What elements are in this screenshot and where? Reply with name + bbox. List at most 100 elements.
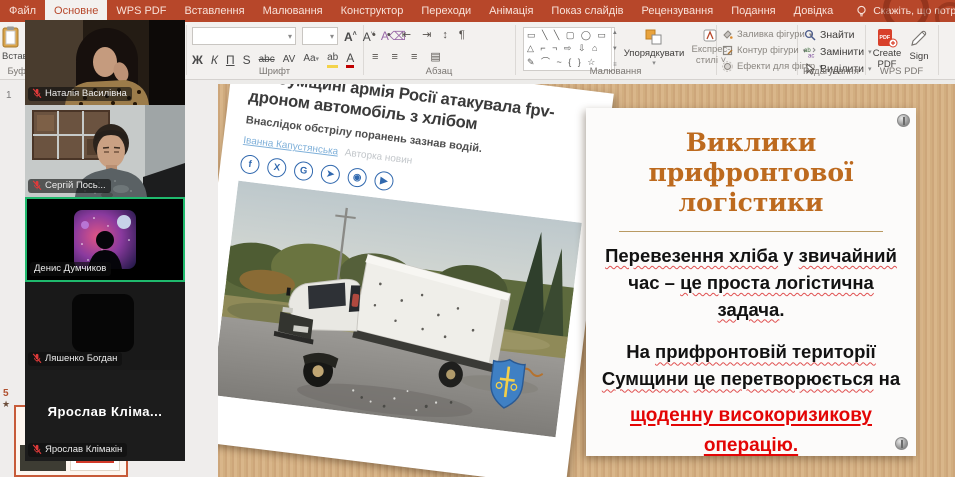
arrange-icon <box>644 28 664 46</box>
tab-slideshow[interactable]: Показ слайдів <box>542 0 632 22</box>
shape-effects-icon <box>722 61 733 72</box>
participant-name-chip: Наталія Василівна <box>28 87 132 101</box>
author-link: Іванна Капустянська <box>243 135 339 158</box>
slide-canvas[interactable]: На Сумщині армія Росії атакувала fpv-дро… <box>218 84 955 477</box>
participant-tile[interactable]: Сергій Пось... <box>25 105 185 197</box>
screw-icon <box>897 114 910 127</box>
tab-transitions[interactable]: Переходи <box>412 0 480 22</box>
mic-off-icon <box>32 88 42 99</box>
char-spacing-button[interactable]: AV <box>283 53 296 67</box>
shapes-row[interactable]: △ ⌐ ¬ ⇨ ⇩ ⌂ <box>527 43 608 54</box>
google-icon: G <box>293 161 314 182</box>
font-name-combo[interactable]: ▾ <box>192 27 296 45</box>
slide-text-card[interactable]: Виклики прифронтової логістики Перевезен… <box>586 108 916 456</box>
animation-star-icon: ★ <box>2 399 10 410</box>
tab-home[interactable]: Основне <box>45 0 107 22</box>
change-case-button[interactable]: Aa▾ <box>303 52 319 67</box>
paint-bucket-icon <box>722 29 733 40</box>
paragraph-row-1[interactable]: • • ⇤ ⇥ ↕ ¶ <box>372 28 469 41</box>
tab-insert[interactable]: Вставлення <box>175 0 253 22</box>
telegram-icon: ➤ <box>320 164 341 185</box>
shapes-row[interactable]: ▭ ╲ ╲ ▢ ◯ ▭ <box>527 30 608 41</box>
find-button[interactable]: Знайти <box>804 29 872 41</box>
x-icon: X <box>266 157 287 178</box>
participant-name-chip: Ляшенко Богдан <box>28 352 122 366</box>
underline-button[interactable]: П <box>226 53 235 67</box>
participant-avatar <box>72 294 134 352</box>
screw-icon <box>895 437 908 450</box>
italic-button[interactable]: К <box>211 53 218 67</box>
participant-name-chip: Денис Думчиков <box>30 262 111 276</box>
mic-off-icon <box>32 444 42 455</box>
video-call-panel: Наталія Василівна <box>25 20 185 461</box>
text-segment: це перетворюється <box>694 368 874 389</box>
text-segment: . <box>779 299 784 320</box>
create-pdf-button[interactable]: PDF Create PDF <box>872 28 902 71</box>
thumbnail-number-1: 1 <box>6 90 12 101</box>
font-group-label: Шрифт <box>186 66 363 77</box>
card-paragraph-2: На прифронтовій території Сумщини це пер… <box>598 339 904 461</box>
mic-off-icon <box>32 180 42 191</box>
drawing-group-label: Малювання <box>515 66 716 77</box>
card-title: Виклики прифронтової логістики <box>598 128 904 218</box>
bold-button[interactable]: Ж <box>192 53 203 67</box>
sign-button[interactable]: Sign <box>906 28 932 62</box>
participant-tile[interactable]: Наталія Василівна <box>25 20 185 105</box>
shape-outline-icon <box>722 45 733 56</box>
tab-design[interactable]: Конструктор <box>332 0 413 22</box>
mic-off-icon <box>32 353 42 364</box>
grow-font-button[interactable]: A˄ <box>344 28 357 44</box>
participant-name: Ляшенко Богдан <box>45 353 117 364</box>
news-article-image[interactable]: На Сумщині армія Росії атакувала fpv-дро… <box>218 84 614 477</box>
text-segment: це проста логістична задача <box>680 272 874 320</box>
participant-display-name: Ярослав Кліма... <box>25 404 185 419</box>
text-segment: На <box>626 341 655 362</box>
sign-label: Sign <box>909 51 928 62</box>
arrange-button[interactable]: Упорядкувати ▾ <box>614 28 694 67</box>
replace-button[interactable]: abac Замінити▾ <box>804 46 872 58</box>
paragraph-row-2[interactable]: ≡ ≡ ≡ ▤ <box>372 50 446 63</box>
app-window: Файл Основне WPS PDF Вставлення Малюванн… <box>0 0 955 477</box>
title-divider <box>619 231 882 232</box>
tab-animations[interactable]: Анімація <box>480 0 542 22</box>
lightbulb-icon <box>856 5 867 18</box>
thumbnail-number-5: 5 <box>3 388 9 399</box>
youtube-icon: ▶ <box>373 171 394 192</box>
participant-tile-active-speaker[interactable]: Денис Думчиков <box>25 197 185 282</box>
participant-name-chip: Сергій Пось... <box>28 179 111 193</box>
tab-review[interactable]: Рецензування <box>632 0 722 22</box>
group-separator <box>938 25 939 75</box>
create-pdf-icon: PDF <box>876 28 898 48</box>
tab-file[interactable]: Файл <box>0 0 45 22</box>
participant-name: Наталія Василівна <box>45 88 127 99</box>
text-segment: Перевезення хліба <box>605 245 778 266</box>
text-segment: час – <box>628 272 680 293</box>
tab-help[interactable]: Довідка <box>785 0 843 22</box>
participant-name: Сергій Пось... <box>45 180 106 191</box>
damaged-truck-photo <box>218 181 582 438</box>
participant-name: Денис Думчиков <box>34 263 106 274</box>
wps-group-label: WPS PDF <box>865 66 938 77</box>
editing-group-label: Редагування <box>797 66 865 77</box>
card-paragraph-1: Перевезення хліба у звичайний час – це п… <box>598 243 904 323</box>
paste-button[interactable]: Встав <box>2 26 28 62</box>
shapes-gallery[interactable]: ▭ ╲ ╲ ▢ ◯ ▭ △ ⌐ ¬ ⇨ ⇩ ⌂ ✎ ⌒ ~ { } ☆ ▲▼≡ <box>523 27 615 71</box>
text-segment: звичайний <box>799 245 897 266</box>
replace-icon: abac <box>804 46 816 58</box>
participant-tile[interactable]: Ляшенко Богдан <box>25 282 185 370</box>
tab-view[interactable]: Подання <box>722 0 784 22</box>
facebook-icon: f <box>239 154 260 175</box>
text-shadow-button[interactable]: S <box>243 53 251 67</box>
text-segment: у <box>778 245 799 266</box>
clipboard-icon <box>2 26 20 48</box>
card-highlight-text: щоденну високоризикову операцію. <box>598 401 904 462</box>
participant-tile[interactable]: Ярослав Кліма... Ярослав Клімакін <box>25 370 185 461</box>
tab-wps-pdf[interactable]: WPS PDF <box>107 0 175 22</box>
tab-draw[interactable]: Малювання <box>254 0 332 22</box>
svg-text:PDF: PDF <box>879 35 890 41</box>
arrange-label: Упорядкувати <box>624 48 685 59</box>
paste-label: Встав <box>2 51 28 62</box>
font-size-combo[interactable]: ▾ <box>302 27 338 45</box>
strikethrough-button[interactable]: abc <box>259 53 275 67</box>
author-role: Авторка новин <box>344 148 413 167</box>
